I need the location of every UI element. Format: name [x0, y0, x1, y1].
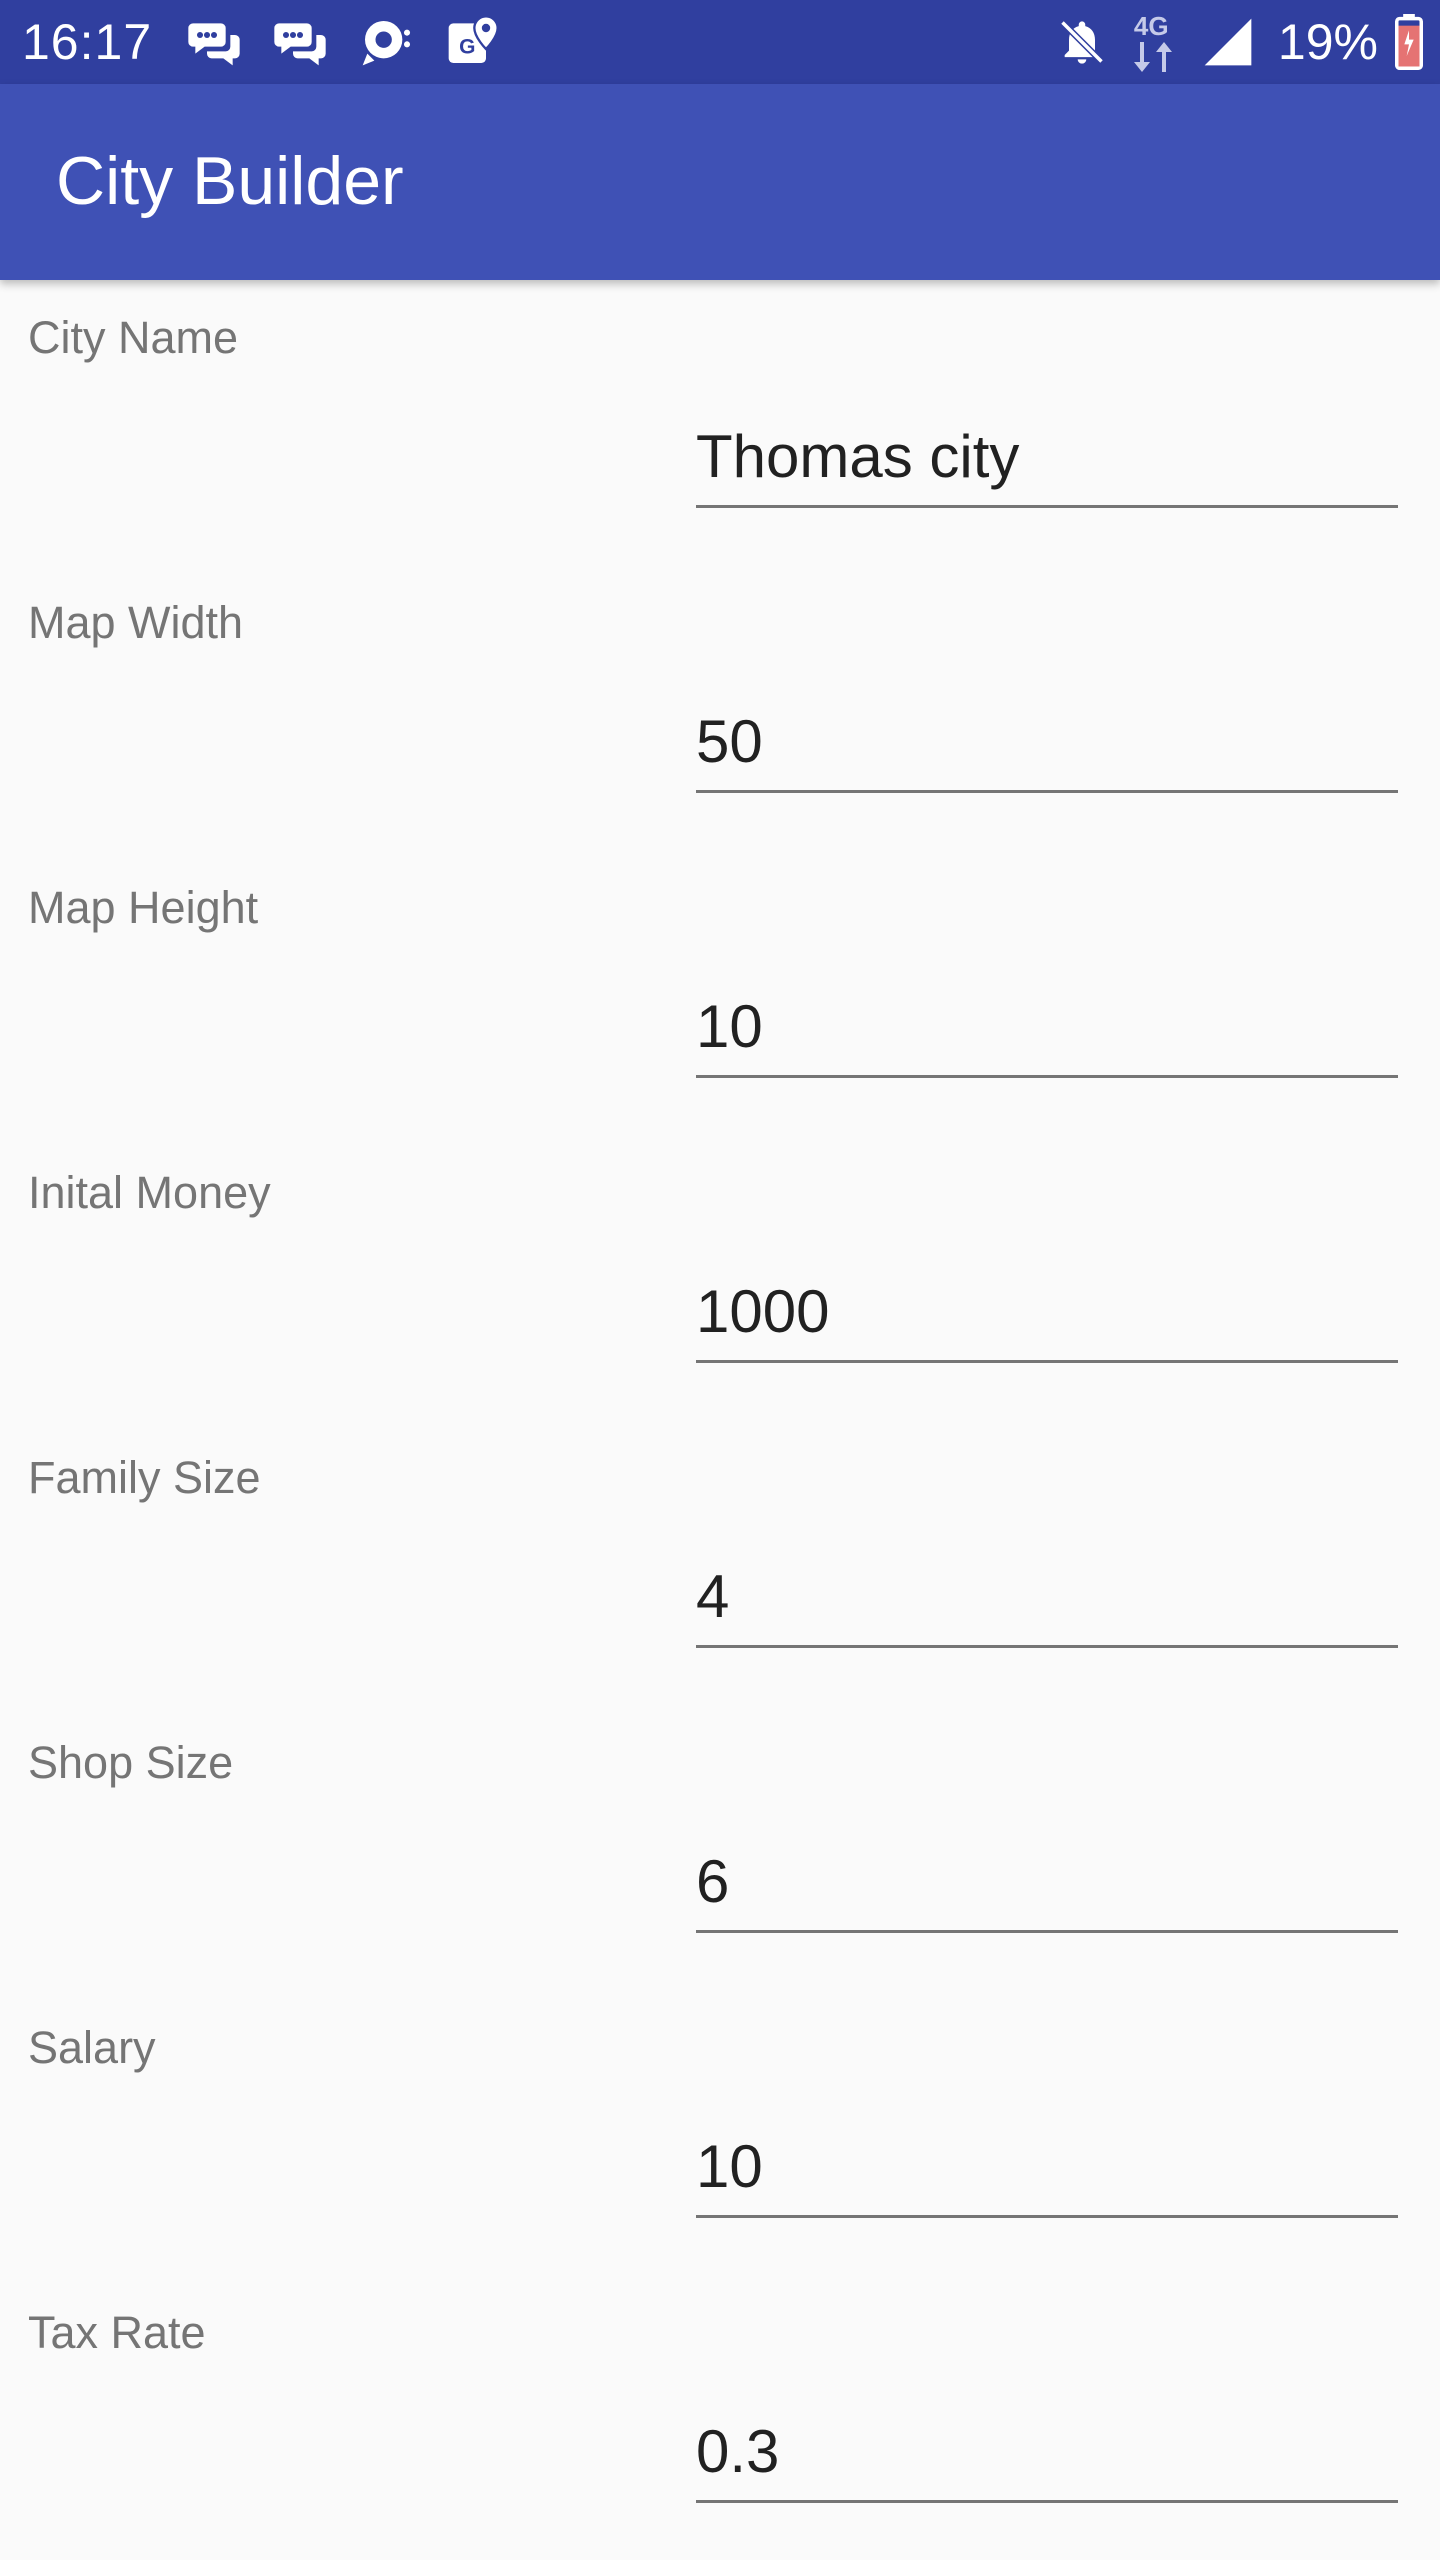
- salary-label: Salary: [28, 2022, 156, 2073]
- salary-input[interactable]: [696, 2118, 1398, 2218]
- initial-money-label: Inital Money: [28, 1167, 271, 1218]
- shop-size-input[interactable]: [696, 1833, 1398, 1933]
- shop-size-field: Shop Size: [0, 1705, 1440, 1990]
- data-arrows-icon: [1133, 42, 1172, 72]
- city-name-label: City Name: [28, 312, 239, 363]
- tax-rate-field: Tax Rate: [0, 2275, 1440, 2560]
- map-height-label: Map Height: [28, 882, 259, 933]
- maps-icon: G: [448, 15, 499, 63]
- network-type: 4G: [1133, 11, 1169, 41]
- battery-charging-icon: [1395, 14, 1423, 70]
- network-indicator: 4G: [1130, 12, 1178, 72]
- notifications-off-icon: [1060, 20, 1104, 64]
- sync-icon: [362, 21, 411, 66]
- tax-rate-label: Tax Rate: [28, 2307, 206, 2358]
- system-icons: 4G 19%: [1056, 12, 1424, 72]
- map-width-input[interactable]: [696, 693, 1398, 793]
- city-name-input[interactable]: [696, 408, 1398, 508]
- initial-money-field: Inital Money: [0, 1135, 1440, 1420]
- status-time: 16:17: [22, 14, 153, 70]
- city-settings-form: City Name Map Width Map Height Inital Mo…: [0, 280, 1440, 2560]
- chat-bubbles-icon: [188, 23, 240, 66]
- salary-field: Salary: [0, 1990, 1440, 2275]
- map-height-field: Map Height: [0, 850, 1440, 1135]
- shop-size-label: Shop Size: [28, 1737, 234, 1788]
- family-size-input[interactable]: [696, 1548, 1398, 1648]
- battery-percentage: 19%: [1277, 14, 1378, 70]
- svg-text:G: G: [459, 36, 475, 59]
- family-size-field: Family Size: [0, 1420, 1440, 1705]
- chat-bubbles-icon: [274, 23, 326, 66]
- initial-money-input[interactable]: [696, 1263, 1398, 1363]
- map-width-label: Map Width: [28, 597, 244, 648]
- status-bar: 16:17 G 4G 19%: [0, 0, 1440, 84]
- family-size-label: Family Size: [28, 1452, 261, 1503]
- app-bar: City Builder: [0, 84, 1440, 280]
- signal-icon: [1204, 18, 1252, 66]
- tax-rate-input[interactable]: [696, 2403, 1398, 2503]
- notification-icons: G: [186, 14, 500, 70]
- app-title: City Builder: [56, 143, 404, 219]
- map-width-field: Map Width: [0, 565, 1440, 850]
- city-name-field: City Name: [0, 280, 1440, 565]
- map-height-input[interactable]: [696, 978, 1398, 1078]
